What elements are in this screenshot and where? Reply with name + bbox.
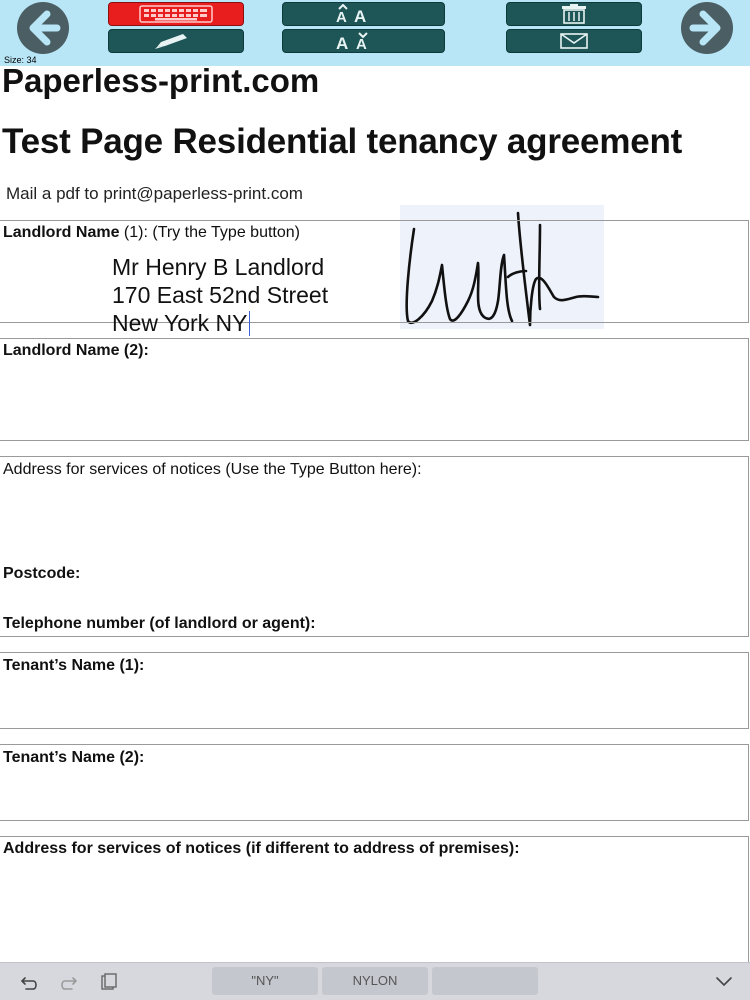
decrease-font-button[interactable]: A A bbox=[282, 29, 445, 53]
mail-instruction: Mail a pdf to print@paperless-print.com bbox=[6, 184, 303, 203]
chevron-down-icon[interactable] bbox=[714, 975, 734, 989]
keyboard-icon bbox=[139, 5, 213, 23]
increase-font-button[interactable]: A A bbox=[282, 2, 445, 26]
suggestion-3[interactable] bbox=[432, 967, 538, 995]
address-label: Address for services of notices (Use the… bbox=[3, 461, 422, 478]
pencil-button[interactable] bbox=[108, 29, 244, 53]
keyboard-button[interactable] bbox=[108, 2, 244, 26]
svg-text:A: A bbox=[336, 34, 348, 51]
address-2-label: Address for services of notices (if diff… bbox=[3, 840, 520, 857]
telephone-label: Telephone number (of landlord or agent): bbox=[3, 615, 316, 632]
svg-text:A: A bbox=[356, 36, 367, 51]
paste-icon[interactable] bbox=[98, 973, 118, 991]
font-decrease-icon: A A bbox=[336, 32, 368, 51]
postcode-label: Postcode: bbox=[3, 565, 81, 582]
tenant-name-1-label: Tenant’s Name (1): bbox=[3, 657, 145, 674]
mail-icon bbox=[560, 33, 588, 49]
address-field[interactable] bbox=[0, 456, 749, 637]
tenant-name-2-label: Tenant’s Name (2): bbox=[3, 749, 145, 766]
page-subtitle: Test Page Residential tenancy agreement bbox=[2, 122, 683, 161]
trash-icon bbox=[562, 4, 586, 24]
redo-icon[interactable] bbox=[58, 973, 78, 991]
suggestion-2[interactable]: NYLON bbox=[322, 967, 428, 995]
arrow-left-icon bbox=[29, 10, 61, 46]
pencil-icon bbox=[155, 34, 187, 49]
svg-text:A: A bbox=[336, 9, 347, 24]
landlord-name-1-value[interactable]: Mr Henry B Landlord 170 East 52nd Street… bbox=[112, 253, 328, 337]
toolbar: A A A A Size: 34 bbox=[0, 0, 750, 66]
mail-button[interactable] bbox=[506, 29, 642, 53]
landlord-name-1-label: Landlord Name (1): (Try the Type button) bbox=[3, 224, 300, 241]
undo-icon[interactable] bbox=[20, 973, 40, 991]
font-increase-icon: A A bbox=[336, 4, 366, 24]
back-button[interactable] bbox=[17, 2, 69, 54]
arrow-right-icon bbox=[689, 10, 721, 46]
suggestion-1[interactable]: "NY" bbox=[212, 967, 318, 995]
text-caret bbox=[248, 311, 250, 336]
trash-button[interactable] bbox=[506, 2, 642, 26]
page-title: Paperless-print.com bbox=[2, 62, 320, 99]
forward-button[interactable] bbox=[681, 2, 733, 54]
keyboard-shortcut-bar: "NY" NYLON bbox=[0, 962, 750, 1000]
landlord-name-2-label: Landlord Name (2): bbox=[3, 342, 149, 359]
svg-text:A: A bbox=[354, 7, 366, 24]
